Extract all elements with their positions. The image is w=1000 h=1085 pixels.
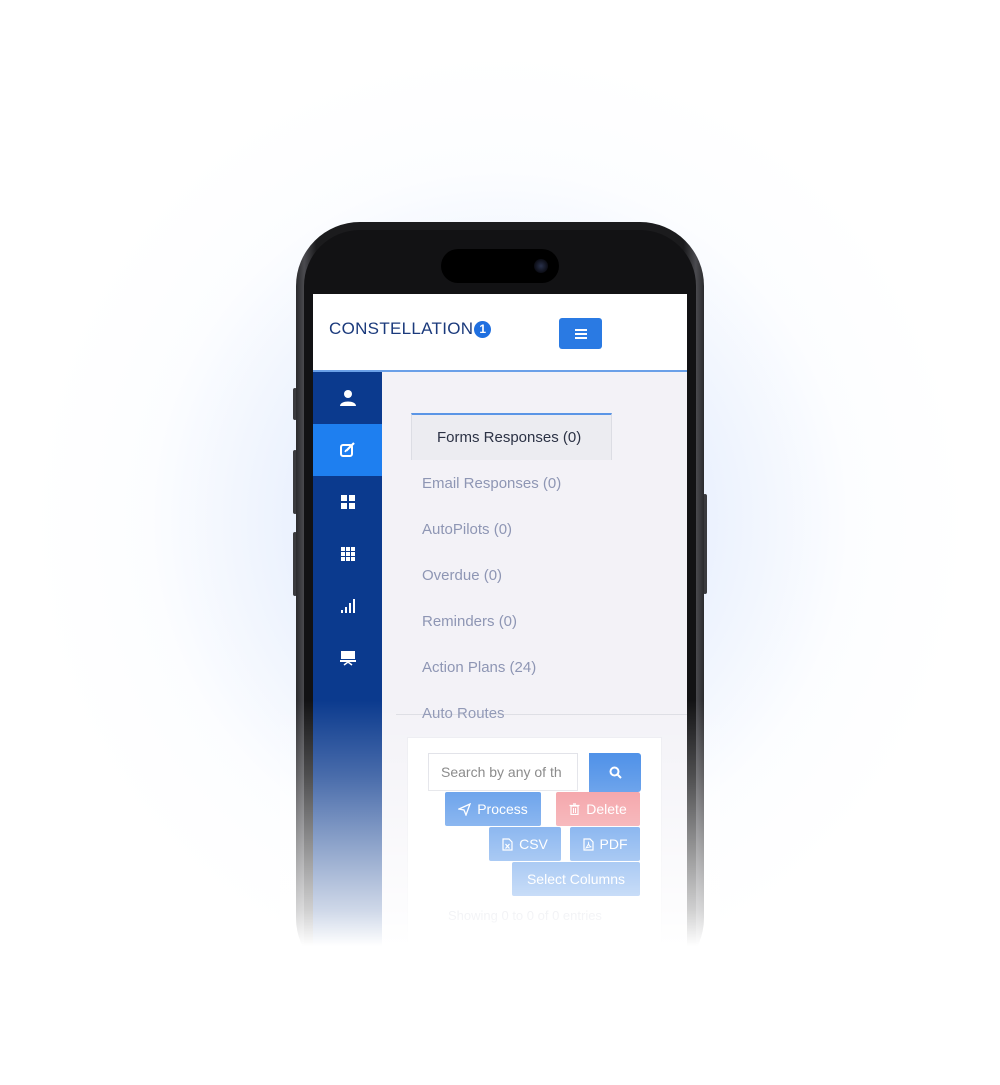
pdf-label: PDF (599, 836, 628, 852)
process-button[interactable]: Process (445, 792, 541, 826)
brand-badge: 1 (474, 320, 492, 338)
export-csv-button[interactable]: CSV (489, 827, 561, 861)
dashboard-icon (340, 495, 355, 509)
search-button[interactable] (589, 753, 641, 792)
delete-button[interactable]: Delete (556, 792, 640, 826)
response-tabs: Forms Responses (0) Email Responses (0) … (396, 392, 687, 722)
main-content: Forms Responses (0) Email Responses (0) … (382, 372, 687, 954)
tab-overdue[interactable]: Overdue (0) (422, 567, 502, 584)
tab-label: Forms Responses (0) (437, 429, 582, 446)
user-icon (339, 390, 356, 406)
presentation-icon (339, 651, 356, 666)
sidebar (313, 372, 382, 954)
export-pdf-button[interactable]: PDF (570, 827, 640, 861)
top-navbar: CONSTELLATION 1 (313, 294, 687, 372)
sidebar-item-forms[interactable] (313, 424, 382, 476)
hamburger-icon (574, 328, 587, 339)
paper-plane-icon (458, 802, 472, 816)
tab-forms-responses[interactable]: Forms Responses (0) (411, 413, 612, 460)
trash-icon (569, 803, 580, 815)
brand-name: CONSTELLATION (329, 319, 474, 338)
camera-lens (534, 259, 548, 273)
apps-grid-icon (340, 547, 355, 561)
menu-toggle-button[interactable] (559, 318, 602, 349)
file-excel-icon (502, 837, 513, 851)
table-info-text: Showing 0 to 0 of 0 entries (448, 908, 602, 923)
sidebar-item-dashboard[interactable] (313, 476, 382, 528)
brand-logo[interactable]: CONSTELLATION 1 (329, 319, 492, 339)
select-columns-label: Select Columns (526, 871, 626, 887)
csv-label: CSV (519, 836, 548, 852)
sidebar-item-apps[interactable] (313, 528, 382, 580)
sidebar-item-profile[interactable] (313, 372, 382, 424)
file-pdf-icon (582, 837, 594, 851)
sidebar-item-reports[interactable] (313, 580, 382, 632)
delete-label: Delete (586, 801, 627, 817)
sidebar-item-presentations[interactable] (313, 632, 382, 684)
edit-icon (339, 442, 355, 457)
tab-action-plans[interactable]: Action Plans (24) (422, 659, 536, 676)
process-label: Process (477, 801, 528, 817)
search-input[interactable]: Search by any of th (428, 753, 578, 791)
tab-autopilots[interactable]: AutoPilots (0) (422, 521, 512, 538)
search-icon (609, 766, 622, 779)
responses-table-panel: Search by any of th Process Delete CSV P… (407, 737, 662, 954)
select-columns-button[interactable]: Select Columns (512, 862, 640, 896)
tab-auto-routes[interactable]: Auto Routes (422, 705, 505, 722)
tab-email-responses[interactable]: Email Responses (0) (422, 475, 561, 492)
bottom-whitespace (0, 970, 1000, 1085)
signal-bars-icon (340, 599, 355, 613)
tab-reminders[interactable]: Reminders (0) (422, 613, 517, 630)
app-screen: CONSTELLATION 1 Forms Responses (0) Emai… (313, 294, 687, 954)
